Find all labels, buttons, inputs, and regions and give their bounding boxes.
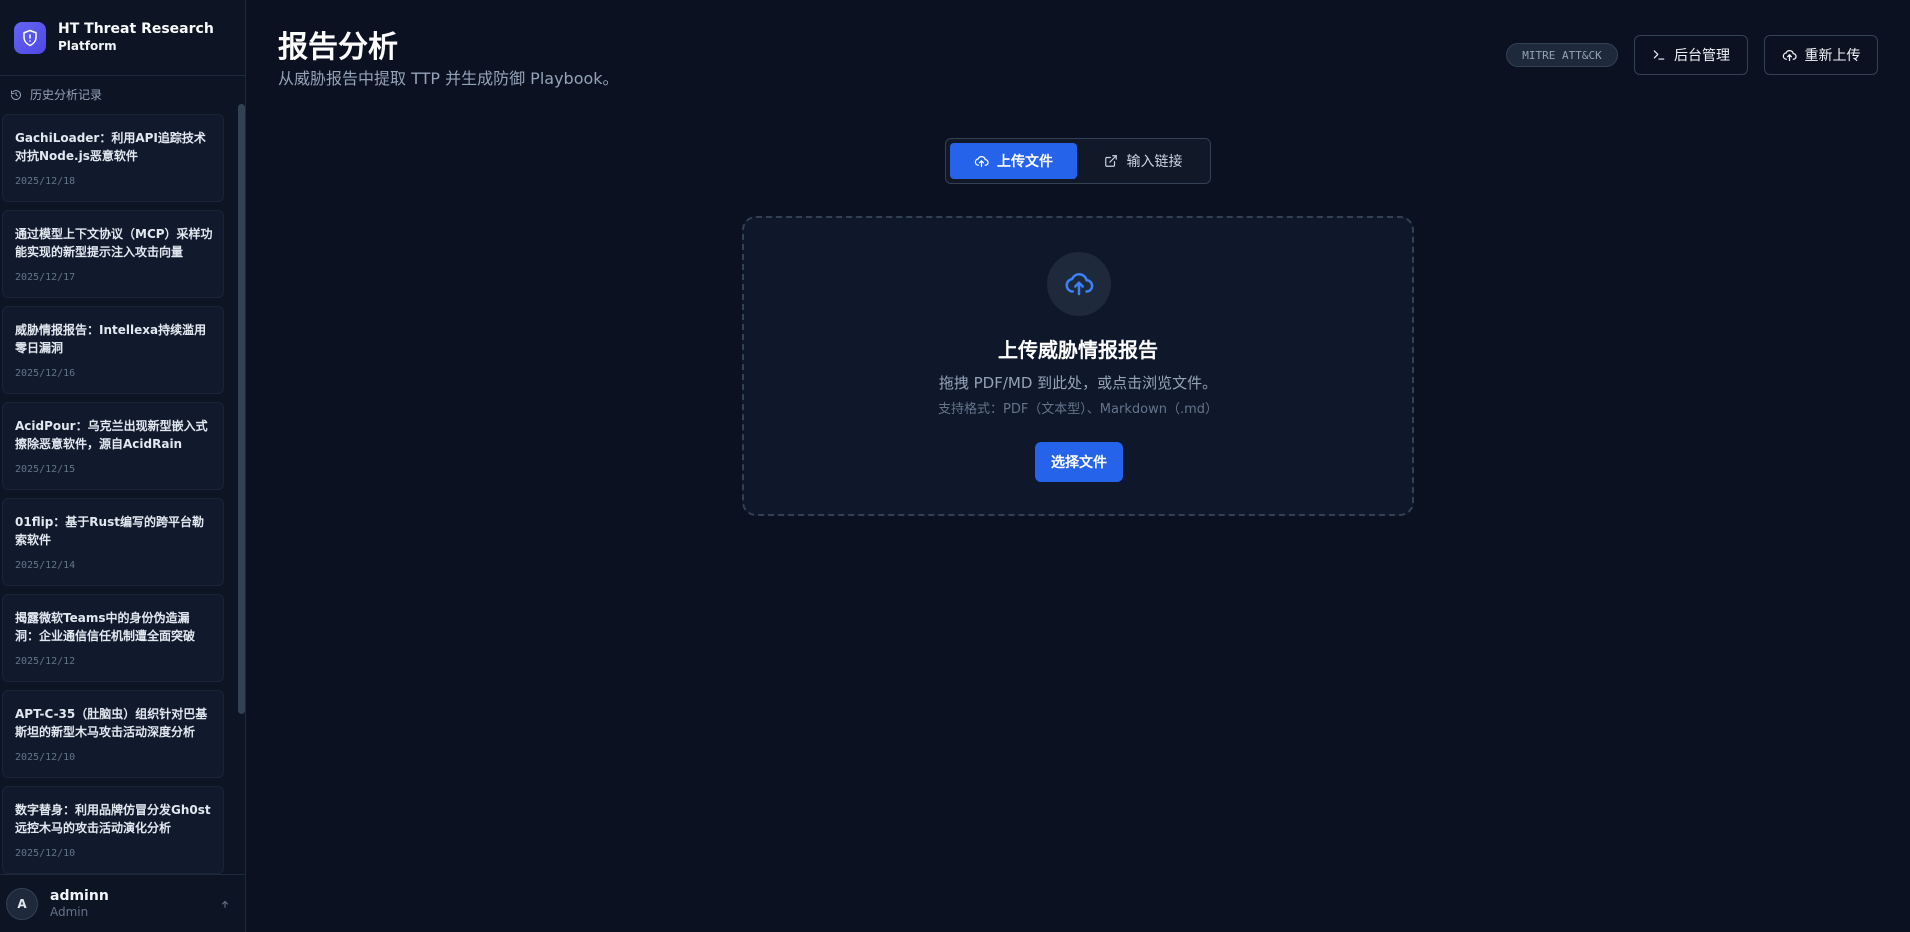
avatar: A	[6, 887, 38, 920]
page-title: 报告分析	[278, 30, 398, 65]
history-item-title: APT-C-35（肚脑虫）组织针对巴基斯坦的新型木马攻击活动深度分析	[15, 707, 208, 739]
history-header: 历史分析记录	[10, 86, 102, 103]
dropzone-title: 上传威胁情报报告	[998, 338, 1158, 362]
admin-button[interactable]: 后台管理	[1634, 35, 1748, 75]
chevron-up-icon	[220, 899, 230, 912]
dropzone-formats: 支持格式：PDF（文本型）、Markdown（.md）	[937, 402, 1218, 417]
history-item-date: 2025/12/12	[15, 656, 76, 667]
cloud-upload-icon	[974, 155, 989, 167]
history-item[interactable]: 通过模型上下文协议（MCP）采样功能实现的新型提示注入攻击向量 2025/12/…	[2, 210, 224, 298]
admin-button-label: 后台管理	[1674, 47, 1730, 63]
history-item-date: 2025/12/10	[15, 752, 76, 763]
page-subtitle: 从威胁报告中提取 TTP 并生成防御 Playbook。	[278, 69, 619, 88]
brand-subtitle: Platform	[58, 38, 117, 53]
history-list: GachiLoader：利用API追踪技术对抗Node.js恶意软件 2025/…	[2, 114, 226, 874]
tab-input-link[interactable]: 输入链接	[1081, 143, 1206, 179]
history-item[interactable]: 数字替身：利用品牌仿冒分发Gh0st远控木马的攻击活动演化分析 2025/12/…	[2, 786, 224, 874]
tab-input-link-label: 输入链接	[1126, 154, 1183, 170]
history-item-date: 2025/12/16	[15, 368, 76, 379]
brand-title: HT Threat Research	[58, 20, 214, 37]
sidebar: HT Threat Research Platform 历史分析记录 Gachi…	[0, 0, 246, 932]
history-item-date: 2025/12/15	[15, 464, 76, 475]
history-item[interactable]: 威胁情报报告：Intellexa持续滥用零日漏洞 2025/12/16	[2, 306, 224, 394]
user-role: Admin	[50, 904, 89, 919]
reupload-button[interactable]: 重新上传	[1764, 35, 1878, 75]
cloud-upload-icon	[1047, 252, 1111, 316]
history-item-date: 2025/12/14	[15, 560, 76, 571]
reupload-button-label: 重新上传	[1804, 47, 1861, 63]
history-item-title: 威胁情报报告：Intellexa持续滥用零日漏洞	[15, 323, 207, 355]
brand[interactable]: HT Threat Research Platform	[0, 0, 245, 76]
sidebar-scrollbar[interactable]	[238, 104, 245, 714]
shield-icon	[14, 21, 46, 54]
history-item[interactable]: AcidPour：乌克兰出现新型嵌入式擦除恶意软件，源自AcidRain 202…	[2, 402, 224, 490]
history-item-title: 01flip：基于Rust编写的跨平台勒索软件	[15, 515, 204, 547]
mitre-badge: MITRE ATT&CK	[1506, 43, 1618, 67]
external-link-icon	[1105, 155, 1118, 167]
history-item[interactable]: APT-C-35（肚脑虫）组织针对巴基斯坦的新型木马攻击活动深度分析 2025/…	[2, 690, 224, 778]
choose-file-button[interactable]: 选择文件	[1035, 442, 1123, 482]
history-item-date: 2025/12/10	[15, 848, 76, 859]
history-item[interactable]: 01flip：基于Rust编写的跨平台勒索软件 2025/12/14	[2, 498, 224, 586]
history-item-date: 2025/12/18	[15, 176, 76, 187]
history-item-title: 揭露微软Teams中的身份伪造漏洞：企业通信信任机制遭全面突破	[15, 611, 196, 643]
file-dropzone[interactable]: 上传威胁情报报告 拖拽 PDF/MD 到此处，或点击浏览文件。 支持格式：PDF…	[742, 216, 1414, 516]
history-item-date: 2025/12/17	[15, 272, 76, 283]
history-item[interactable]: GachiLoader：利用API追踪技术对抗Node.js恶意软件 2025/…	[2, 114, 224, 202]
upload-mode-tabs: 上传文件 输入链接	[945, 138, 1211, 184]
dropzone-description: 拖拽 PDF/MD 到此处，或点击浏览文件。	[938, 374, 1218, 392]
history-item-title: 通过模型上下文协议（MCP）采样功能实现的新型提示注入攻击向量	[15, 227, 213, 259]
history-item[interactable]: 揭露微软Teams中的身份伪造漏洞：企业通信信任机制遭全面突破 2025/12/…	[2, 594, 224, 682]
history-item-title: AcidPour：乌克兰出现新型嵌入式擦除恶意软件，源自AcidRain	[15, 419, 208, 451]
tab-upload-file[interactable]: 上传文件	[950, 143, 1077, 179]
tab-upload-file-label: 上传文件	[996, 154, 1053, 170]
history-icon	[11, 89, 21, 100]
user-name: adminn	[50, 887, 109, 904]
user-menu[interactable]: A adminn Admin	[0, 874, 246, 932]
history-item-title: 数字替身：利用品牌仿冒分发Gh0st远控木马的攻击活动演化分析	[15, 803, 211, 835]
cloud-upload-icon	[1782, 49, 1797, 61]
history-label: 历史分析记录	[30, 88, 103, 102]
history-item-title: GachiLoader：利用API追踪技术对抗Node.js恶意软件	[15, 131, 206, 163]
terminal-icon	[1653, 50, 1665, 60]
